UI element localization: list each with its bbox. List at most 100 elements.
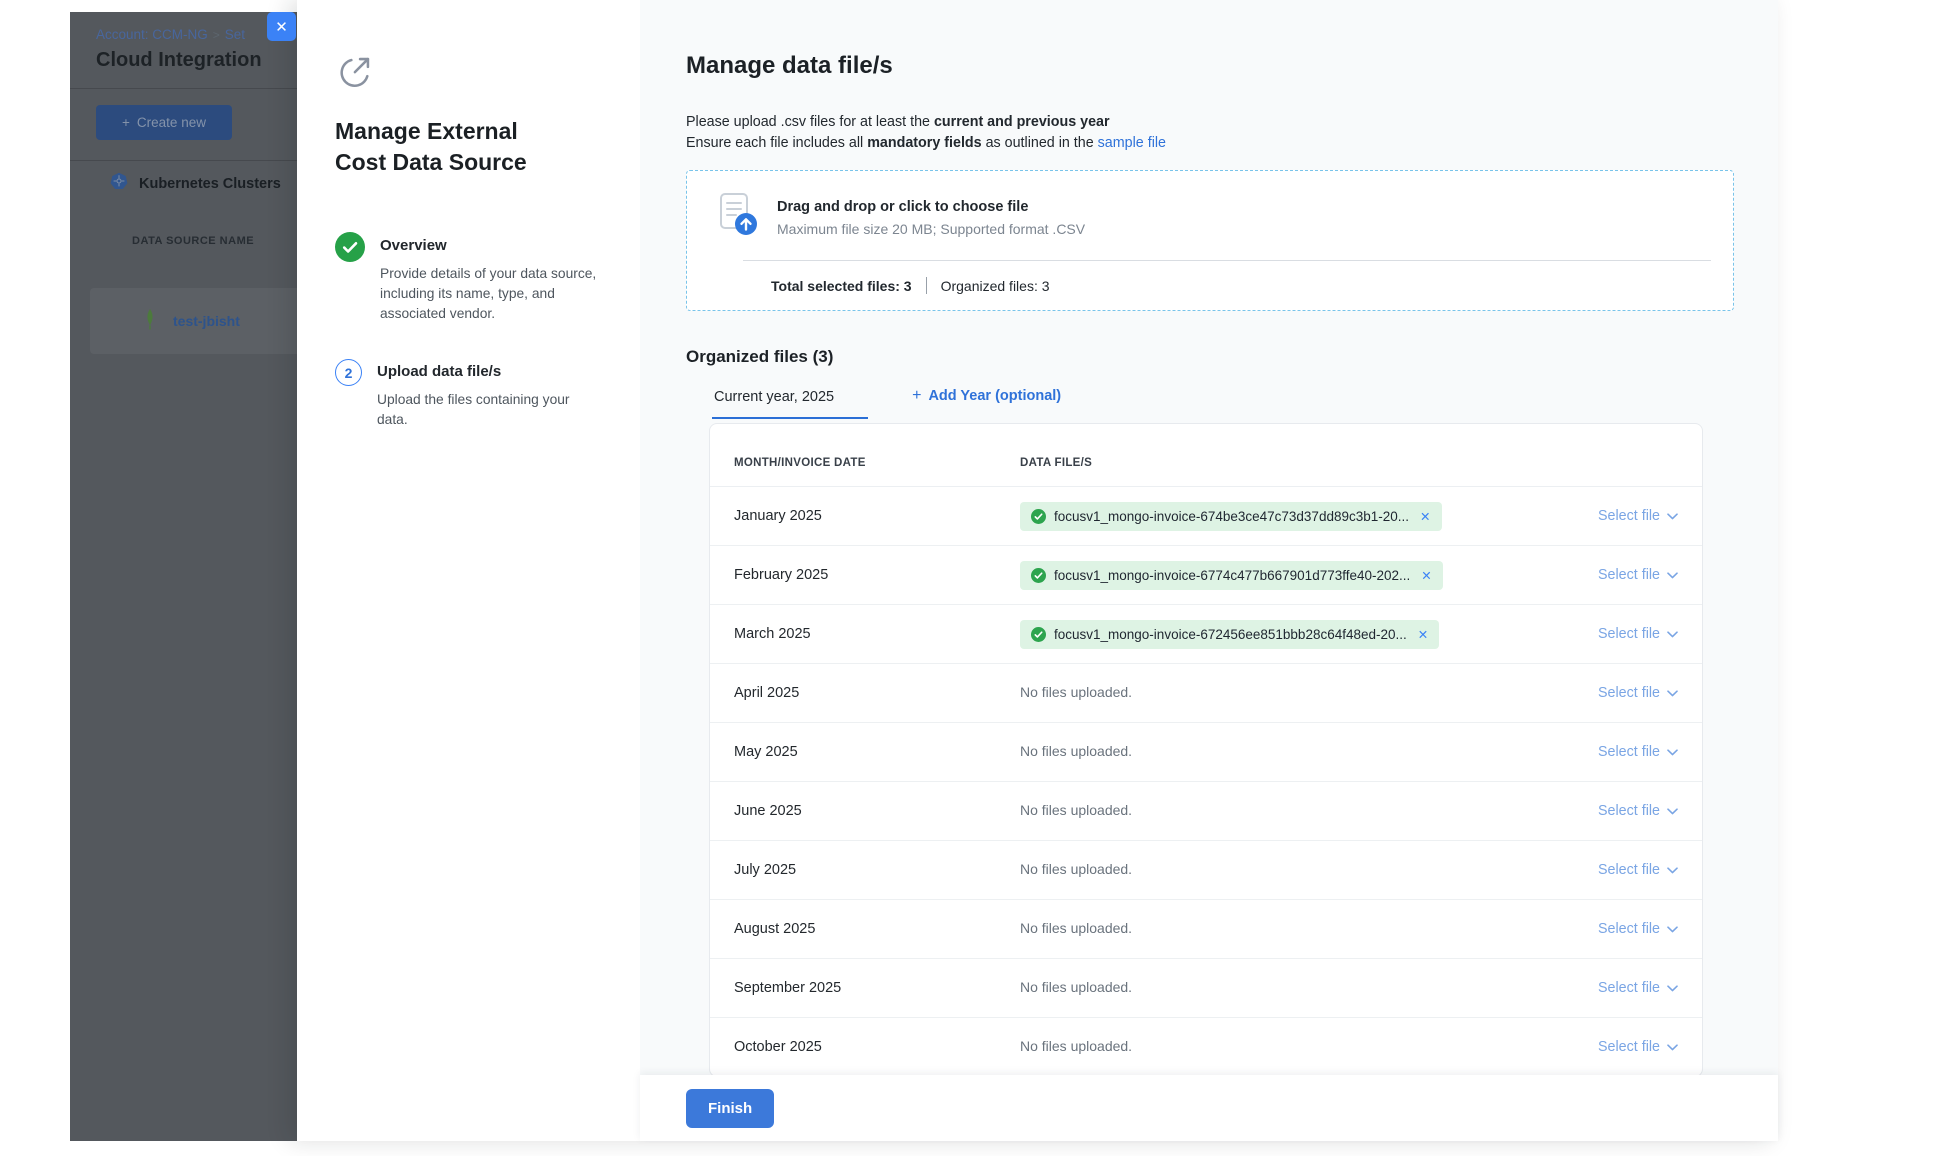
file-cell: No files uploaded.: [1020, 743, 1548, 761]
month-label: June 2025: [734, 803, 1020, 819]
remove-file-icon[interactable]: ✕: [1418, 627, 1428, 642]
table-row: August 2025 No files uploaded. Select fi…: [710, 900, 1702, 959]
table-body: January 2025 focusv1_mongo-invoice-674be…: [710, 487, 1702, 1075]
month-label: January 2025: [734, 508, 1020, 524]
finish-button[interactable]: Finish: [686, 1089, 774, 1128]
select-file-label: Select file: [1598, 921, 1660, 937]
table-row: January 2025 focusv1_mongo-invoice-674be…: [710, 487, 1702, 546]
dropzone-subtitle: Maximum file size 20 MB; Supported forma…: [777, 221, 1085, 237]
add-year-label: Add Year (optional): [928, 388, 1061, 404]
table-row: February 2025 focusv1_mongo-invoice-6774…: [710, 546, 1702, 605]
month-label: September 2025: [734, 980, 1020, 996]
tab-kubernetes-clusters[interactable]: Kubernetes Clusters: [110, 172, 281, 195]
step-upload-label: Upload data file/s: [377, 358, 595, 380]
select-file-dropdown[interactable]: Select file: [1598, 508, 1678, 524]
chevron-down-icon: [1667, 690, 1678, 697]
file-name: focusv1_mongo-invoice-6774c477b667901d77…: [1054, 568, 1410, 583]
create-new-button[interactable]: + Create new: [96, 105, 232, 140]
file-chip: focusv1_mongo-invoice-672456ee851bbb28c6…: [1020, 620, 1439, 649]
instruction-line-1: Please upload .csv files for at least th…: [686, 112, 1734, 133]
month-label: July 2025: [734, 862, 1020, 878]
file-cell: focusv1_mongo-invoice-6774c477b667901d77…: [1020, 561, 1548, 590]
select-file-dropdown[interactable]: Select file: [1598, 980, 1678, 996]
step-upload-data[interactable]: 2 Upload data file/s Upload the files co…: [335, 358, 620, 430]
month-label: May 2025: [734, 744, 1020, 760]
stepper-panel: Manage External Cost Data Source Overvie…: [297, 0, 640, 1141]
table-row: September 2025 No files uploaded. Select…: [710, 959, 1702, 1018]
upload-file-icon: [713, 191, 761, 244]
page-title: Cloud Integration: [96, 49, 262, 72]
breadcrumb-separator-icon: >: [213, 28, 220, 42]
select-file-dropdown[interactable]: Select file: [1598, 567, 1678, 583]
drawer-footer: Finish: [640, 1075, 1778, 1141]
close-drawer-button[interactable]: ✕: [267, 12, 296, 41]
step-upload-description: Upload the files containing your data.: [377, 390, 595, 430]
monthly-files-card: MONTH/INVOICE DATE DATA FILE/S January 2…: [709, 423, 1703, 1075]
select-file-dropdown[interactable]: Select file: [1598, 626, 1678, 642]
chevron-down-icon: [1667, 749, 1678, 756]
table-row: June 2025 No files uploaded. Select file: [710, 782, 1702, 841]
table-row: October 2025 No files uploaded. Select f…: [710, 1018, 1702, 1075]
file-cell: focusv1_mongo-invoice-674be3ce47c73d37dd…: [1020, 502, 1548, 531]
file-cell: No files uploaded.: [1020, 684, 1548, 702]
select-file-label: Select file: [1598, 862, 1660, 878]
step-number-badge: 2: [335, 359, 362, 386]
plus-icon: +: [912, 387, 921, 405]
file-uploaded-icon: [1031, 509, 1046, 524]
select-file-label: Select file: [1598, 508, 1660, 524]
chevron-down-icon: [1667, 631, 1678, 638]
select-file-label: Select file: [1598, 803, 1660, 819]
select-file-label: Select file: [1598, 685, 1660, 701]
select-file-dropdown[interactable]: Select file: [1598, 744, 1678, 760]
chevron-down-icon: [1667, 926, 1678, 933]
step-overview[interactable]: Overview Provide details of your data so…: [335, 232, 620, 324]
main-scroll-area[interactable]: Manage data file/s Please upload .csv fi…: [640, 0, 1778, 1075]
no-files-text: No files uploaded.: [1020, 684, 1132, 700]
select-file-label: Select file: [1598, 1039, 1660, 1055]
chevron-down-icon: [1667, 867, 1678, 874]
remove-file-icon[interactable]: ✕: [1420, 509, 1430, 524]
dropzone-title: Drag and drop or click to choose file: [777, 199, 1085, 215]
export-cloud-icon: [335, 54, 620, 92]
select-file-label: Select file: [1598, 567, 1660, 583]
file-chip: focusv1_mongo-invoice-674be3ce47c73d37dd…: [1020, 502, 1442, 531]
select-file-dropdown[interactable]: Select file: [1598, 921, 1678, 937]
data-source-name-link[interactable]: test-jbisht: [173, 313, 240, 329]
instruction-line-2: Ensure each file includes all mandatory …: [686, 133, 1734, 154]
select-file-dropdown[interactable]: Select file: [1598, 685, 1678, 701]
no-files-text: No files uploaded.: [1020, 920, 1132, 936]
month-label: October 2025: [734, 1039, 1020, 1055]
mongodb-leaf-icon: [142, 308, 158, 337]
select-file-dropdown[interactable]: Select file: [1598, 862, 1678, 878]
chevron-down-icon: [1667, 513, 1678, 520]
sample-file-link[interactable]: sample file: [1098, 135, 1166, 151]
tab-current-year[interactable]: Current year, 2025: [712, 389, 868, 419]
drawer-title: Manage External Cost Data Source: [335, 116, 575, 178]
add-year-button[interactable]: + Add Year (optional): [912, 387, 1061, 419]
tab-kubernetes-clusters-label: Kubernetes Clusters: [139, 176, 281, 192]
divider: [70, 160, 297, 161]
file-uploaded-icon: [1031, 627, 1046, 642]
month-label: April 2025: [734, 685, 1020, 701]
organized-files-count: Organized files: 3: [941, 278, 1050, 294]
select-file-label: Select file: [1598, 980, 1660, 996]
breadcrumb-page: Set: [225, 27, 245, 42]
select-file-dropdown[interactable]: Select file: [1598, 1039, 1678, 1055]
file-cell: No files uploaded.: [1020, 979, 1548, 997]
file-cell: focusv1_mongo-invoice-672456ee851bbb28c6…: [1020, 620, 1548, 649]
month-label: February 2025: [734, 567, 1020, 583]
table-row: July 2025 No files uploaded. Select file: [710, 841, 1702, 900]
no-files-text: No files uploaded.: [1020, 861, 1132, 877]
file-uploaded-icon: [1031, 568, 1046, 583]
file-dropzone[interactable]: Drag and drop or click to choose file Ma…: [686, 170, 1734, 311]
kubernetes-icon: [110, 172, 128, 195]
file-name: focusv1_mongo-invoice-672456ee851bbb28c6…: [1054, 627, 1407, 642]
total-selected-files: Total selected files: 3: [771, 278, 912, 294]
upload-instructions: Please upload .csv files for at least th…: [686, 112, 1734, 154]
breadcrumb-account-link[interactable]: Account: CCM-NG: [96, 27, 208, 42]
step-complete-icon: [335, 232, 365, 324]
remove-file-icon[interactable]: ✕: [1421, 568, 1431, 583]
select-file-dropdown[interactable]: Select file: [1598, 803, 1678, 819]
create-new-label: Create new: [137, 115, 206, 130]
table-row: April 2025 No files uploaded. Select fil…: [710, 664, 1702, 723]
